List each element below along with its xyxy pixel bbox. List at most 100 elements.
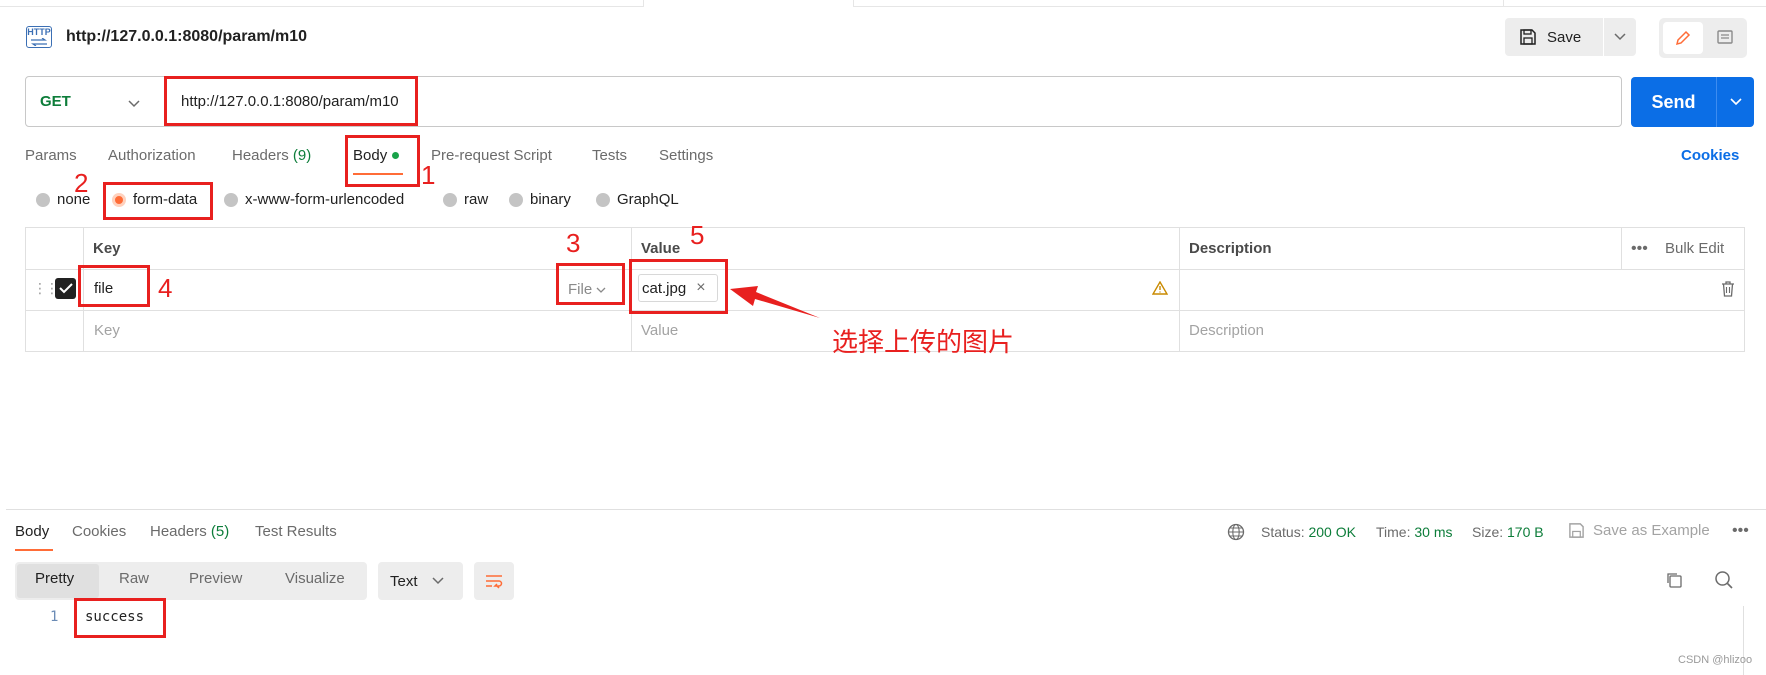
save-example-label: Save as Example	[1593, 522, 1710, 539]
tab-settings[interactable]: Settings	[659, 147, 713, 164]
response-tab-headers[interactable]: Headers (5)	[150, 523, 229, 540]
new-description-input[interactable]: Description	[1189, 322, 1264, 339]
new-key-input[interactable]: Key	[94, 322, 120, 339]
tab-authorization[interactable]: Authorization	[108, 147, 196, 164]
table-divider	[25, 269, 1745, 270]
annotation-arrow	[730, 286, 820, 318]
response-headers-label: Headers	[150, 523, 207, 540]
request-title[interactable]: http://127.0.0.1:8080/param/m10	[66, 28, 307, 46]
column-header-description: Description	[1189, 240, 1272, 257]
save-as-example-button[interactable]: Save as Example	[1568, 522, 1710, 539]
save-options-button[interactable]	[1604, 18, 1636, 56]
annotation-note: 选择上传的图片	[832, 327, 1015, 357]
tab-params[interactable]: Params	[25, 147, 77, 164]
tab-tests[interactable]: Tests	[592, 147, 627, 164]
chevron-down-icon[interactable]	[128, 95, 140, 113]
response-status: Status: 200 OK	[1261, 524, 1356, 540]
row-enabled-checkbox[interactable]	[55, 278, 76, 299]
table-divider	[25, 310, 1745, 311]
annotation-box-file-value	[629, 259, 728, 314]
cookies-link[interactable]: Cookies	[1681, 147, 1739, 164]
annotation-number-3: 3	[566, 228, 581, 258]
edit-mode-button[interactable]	[1663, 22, 1703, 54]
radio-label: binary	[530, 191, 571, 208]
view-pretty[interactable]: Pretty	[35, 570, 74, 587]
radio-label: GraphQL	[617, 191, 679, 208]
new-value-input[interactable]: Value	[641, 322, 678, 339]
chevron-down-icon	[431, 577, 444, 585]
warning-icon	[1151, 280, 1169, 300]
view-raw[interactable]: Raw	[119, 570, 149, 587]
checkmark-icon	[58, 283, 73, 294]
format-select[interactable]: Text	[378, 562, 463, 600]
time-label: Time:	[1376, 524, 1411, 540]
radio-circle	[443, 192, 457, 207]
wrap-icon	[486, 575, 503, 589]
response-size: Size: 170 B	[1472, 524, 1544, 540]
radio-circle	[224, 192, 238, 207]
tab-headers[interactable]: Headers (9)	[232, 147, 311, 164]
annotation-box-response	[74, 598, 166, 638]
radio-x-www-form-urlencoded[interactable]: x-www-form-urlencoded	[224, 191, 404, 208]
tab-strip-active-segment	[644, 0, 854, 7]
delete-row-icon[interactable]	[1720, 280, 1736, 302]
column-header-key: Key	[93, 240, 121, 257]
save-icon	[1569, 523, 1584, 538]
tab-pre-request-script[interactable]: Pre-request Script	[431, 147, 552, 164]
send-options-button[interactable]	[1716, 77, 1754, 127]
view-visualize[interactable]: Visualize	[285, 570, 345, 587]
copy-icon[interactable]	[1665, 571, 1683, 594]
time-value: 30 ms	[1414, 524, 1453, 540]
annotation-box-form-data	[103, 182, 213, 220]
annotation-number-5: 5	[690, 220, 705, 250]
http-badge-text: HTTP	[27, 27, 51, 37]
annotation-number-4: 4	[158, 273, 173, 303]
radio-circle	[596, 192, 610, 207]
active-tab-underline	[15, 549, 53, 551]
size-label: Size:	[1472, 524, 1504, 540]
send-button[interactable]: Send	[1631, 77, 1716, 127]
radio-label: x-www-form-urlencoded	[245, 191, 405, 208]
method-select[interactable]: GET	[40, 93, 71, 110]
size-value: 170 B	[1507, 524, 1544, 540]
response-divider	[6, 509, 1766, 510]
radio-binary[interactable]: binary	[509, 191, 571, 208]
bulk-edit-link[interactable]: Bulk Edit	[1665, 240, 1724, 257]
tab-strip-segment	[854, 0, 1504, 7]
annotation-box-file-type	[556, 263, 625, 305]
search-icon[interactable]	[1714, 570, 1734, 595]
annotation-number-1: 1	[421, 160, 436, 190]
tab-headers-count: (9)	[292, 147, 312, 164]
http-request-icon: HTTP	[26, 26, 52, 48]
radio-circle	[36, 192, 50, 207]
save-button[interactable]: Save	[1505, 18, 1603, 56]
status-value: 200 OK	[1308, 524, 1356, 540]
save-label: Save	[1547, 28, 1582, 46]
watermark: CSDN @hlizoo	[1678, 654, 1753, 666]
response-tab-test-results[interactable]: Test Results	[255, 523, 337, 540]
view-preview[interactable]: Preview	[189, 570, 242, 587]
response-tab-cookies[interactable]: Cookies	[72, 523, 126, 540]
drag-handle-icon[interactable]: ⋮⋮	[33, 280, 59, 297]
wrap-lines-button[interactable]	[474, 562, 514, 600]
more-options-icon[interactable]: •••	[1732, 522, 1749, 540]
chevron-down-icon	[1729, 98, 1742, 106]
response-tab-body[interactable]: Body	[15, 523, 49, 540]
save-icon	[1520, 29, 1536, 45]
radio-graphql[interactable]: GraphQL	[596, 191, 679, 208]
status-label: Status:	[1261, 524, 1305, 540]
table-divider	[1621, 227, 1622, 269]
globe-icon[interactable]	[1227, 523, 1245, 546]
annotation-box-body-tab	[345, 135, 420, 187]
column-header-value: Value	[641, 240, 681, 257]
more-options-icon[interactable]: •••	[1631, 240, 1648, 258]
format-label: Text	[390, 572, 418, 590]
table-divider	[1179, 227, 1180, 352]
radio-raw[interactable]: raw	[443, 191, 488, 208]
radio-circle	[509, 192, 523, 207]
documentation-mode-button[interactable]	[1705, 22, 1745, 54]
radio-label: raw	[464, 191, 489, 208]
comment-icon	[1717, 30, 1733, 44]
chevron-down-icon	[1614, 33, 1626, 41]
annotation-box-key	[78, 265, 150, 307]
